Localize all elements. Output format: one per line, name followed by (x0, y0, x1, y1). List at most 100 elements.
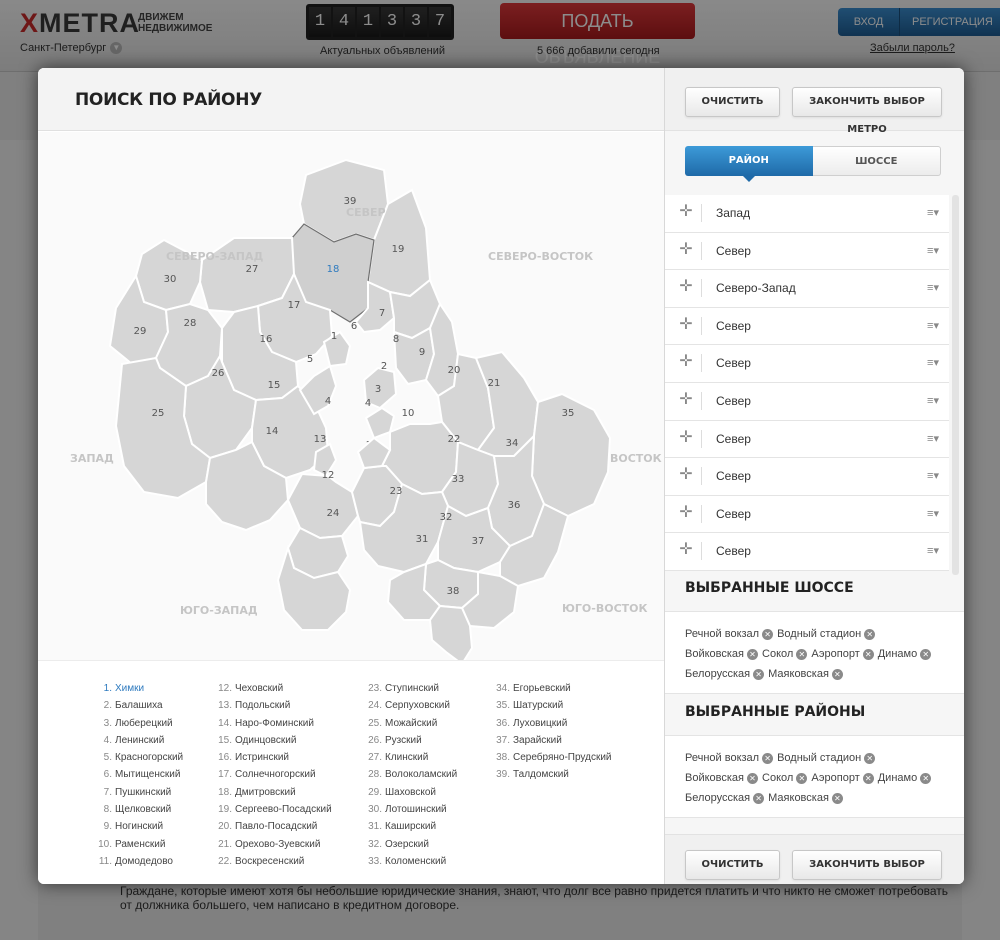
map-region-13[interactable] (286, 472, 360, 540)
remove-tag-icon[interactable]: ✕ (796, 772, 808, 784)
district-item[interactable]: 25. Можайский (360, 718, 457, 735)
drag-handle-icon[interactable]: ✛ (679, 542, 693, 558)
direction-row[interactable]: ✛ Север ≡▾ (665, 495, 949, 534)
list-menu-icon[interactable]: ≡▾ (927, 432, 939, 445)
remove-tag-icon[interactable]: ✕ (762, 752, 774, 764)
district-item[interactable]: 23. Ступинский (360, 683, 457, 700)
list-menu-icon[interactable]: ≡▾ (927, 319, 939, 332)
district-item[interactable]: 1. Химки (90, 683, 183, 700)
district-item[interactable]: 22. Воскресенский (210, 856, 332, 873)
direction-row[interactable]: ✛ Север ≡▾ (665, 533, 949, 571)
remove-tag-icon[interactable]: ✕ (862, 772, 874, 784)
remove-tag-icon[interactable]: ✕ (920, 772, 932, 784)
district-item[interactable]: 15. Одинцовский (210, 735, 332, 752)
district-item[interactable]: 28. Волоколамский (360, 769, 457, 786)
drag-handle-icon[interactable]: ✛ (679, 204, 693, 220)
district-item[interactable]: 29. Шаховской (360, 787, 457, 804)
district-item[interactable]: 14. Наро-Фоминский (210, 718, 332, 735)
remove-tag-icon[interactable]: ✕ (831, 668, 843, 680)
district-item[interactable]: 8. Щелковский (90, 804, 183, 821)
remove-tag-icon[interactable]: ✕ (747, 648, 759, 660)
finish-metro-button[interactable]: ЗАКОНЧИТЬ ВЫБОР МЕТРО (792, 87, 942, 135)
tab-district[interactable]: РАЙОН (685, 146, 813, 182)
district-item[interactable]: 20. Павло-Посадский (210, 821, 332, 838)
remove-tag-icon[interactable]: ✕ (747, 772, 759, 784)
district-item[interactable]: 10. Раменский (90, 839, 183, 856)
district-item[interactable]: 32. Озерский (360, 839, 457, 856)
district-item[interactable]: 5. Красногорский (90, 752, 183, 769)
drag-handle-icon[interactable]: ✛ (679, 316, 693, 332)
drag-handle-icon[interactable]: ✛ (679, 429, 693, 445)
remove-tag-icon[interactable]: ✕ (831, 792, 843, 804)
drag-handle-icon[interactable]: ✛ (679, 504, 693, 520)
drag-handle-icon[interactable]: ✛ (679, 279, 693, 295)
district-item[interactable]: 4. Ленинский (90, 735, 183, 752)
list-menu-icon[interactable]: ≡▾ (927, 356, 939, 369)
list-menu-icon[interactable]: ≡▾ (927, 244, 939, 257)
tag-label: Маяковская (768, 668, 829, 680)
district-item[interactable]: 27. Клинский (360, 752, 457, 769)
list-menu-icon[interactable]: ≡▾ (927, 281, 939, 294)
district-item[interactable]: 36. Луховицкий (488, 718, 612, 735)
map-region-label: 19 (392, 244, 405, 255)
drag-handle-icon[interactable]: ✛ (679, 354, 693, 370)
district-item[interactable]: 11. Домодедово (90, 856, 183, 873)
map-region-label: 30 (164, 274, 177, 285)
finish-metro-button-bottom[interactable]: ЗАКОНЧИТЬ ВЫБОР МЕТРО (792, 850, 942, 880)
drag-handle-icon[interactable]: ✛ (679, 391, 693, 407)
district-item[interactable]: 34. Егорьевский (488, 683, 612, 700)
remove-tag-icon[interactable]: ✕ (920, 648, 932, 660)
direction-list-scrollbar[interactable] (952, 195, 959, 575)
direction-row[interactable]: ✛ Север ≡▾ (665, 458, 949, 496)
district-item[interactable]: 37. Зарайский (488, 735, 612, 752)
direction-row[interactable]: ✛ Северо-Запад ≡▾ (665, 270, 949, 308)
list-menu-icon[interactable]: ≡▾ (927, 394, 939, 407)
drag-handle-icon[interactable]: ✛ (679, 241, 693, 257)
district-item[interactable]: 3. Люберецкий (90, 718, 183, 735)
district-item[interactable]: 16. Истринский (210, 752, 332, 769)
district-item[interactable]: 2. Балашиха (90, 700, 183, 717)
district-item[interactable]: 12. Чеховский (210, 683, 332, 700)
direction-row[interactable]: ✛ Север ≡▾ (665, 307, 949, 346)
list-menu-icon[interactable]: ≡▾ (927, 206, 939, 219)
district-item[interactable]: 35. Шатурский (488, 700, 612, 717)
remove-tag-icon[interactable]: ✕ (864, 628, 876, 640)
tab-highway[interactable]: ШОССЕ (812, 146, 941, 176)
district-item[interactable]: 26. Рузский (360, 735, 457, 752)
remove-tag-icon[interactable]: ✕ (862, 648, 874, 660)
list-menu-icon[interactable]: ≡▾ (927, 507, 939, 520)
district-item[interactable]: 38. Серебряно-Прудский (488, 752, 611, 769)
direction-row[interactable]: ✛ Север ≡▾ (665, 232, 949, 271)
district-item[interactable]: 31. Каширский (360, 821, 457, 838)
direction-row[interactable]: ✛ Запад ≡▾ (665, 195, 949, 233)
district-item[interactable]: 39. Талдомский (488, 769, 612, 786)
district-item[interactable]: 30. Лотошинский (360, 804, 457, 821)
district-item[interactable]: 18. Дмитровский (210, 787, 332, 804)
remove-tag-icon[interactable]: ✕ (753, 792, 765, 804)
selected-districts-title: ВЫБРАННЫЕ РАЙОНЫ (685, 704, 866, 720)
district-item[interactable]: 19. Сергеево-Посадский (210, 804, 332, 821)
list-menu-icon[interactable]: ≡▾ (927, 469, 939, 482)
direction-row[interactable]: ✛ Север ≡▾ (665, 420, 949, 459)
district-item[interactable]: 7. Пушкинский (90, 787, 183, 804)
district-item[interactable]: 33. Коломенский (360, 856, 457, 873)
district-item[interactable]: 6. Мытищенский (90, 769, 183, 786)
drag-handle-icon[interactable]: ✛ (679, 467, 693, 483)
clear-button[interactable]: ОЧИСТИТЬ (685, 87, 780, 117)
map-region-38[interactable] (428, 604, 474, 660)
remove-tag-icon[interactable]: ✕ (796, 648, 808, 660)
remove-tag-icon[interactable]: ✕ (864, 752, 876, 764)
district-item[interactable]: 17. Солнечногорский (210, 769, 332, 786)
district-item[interactable]: 9. Ногинский (90, 821, 183, 838)
highway-tag: Войковская ✕ (685, 648, 759, 660)
remove-tag-icon[interactable]: ✕ (753, 668, 765, 680)
direction-row[interactable]: ✛ Север ≡▾ (665, 382, 949, 421)
clear-button-bottom[interactable]: ОЧИСТИТЬ (685, 850, 780, 880)
remove-tag-icon[interactable]: ✕ (762, 628, 774, 640)
district-item[interactable]: 21. Орехово-Зуевский (210, 839, 332, 856)
direction-row[interactable]: ✛ Север ≡▾ (665, 345, 949, 383)
district-item[interactable]: 24. Серпуховский (360, 700, 457, 717)
district-item[interactable]: 13. Подольский (210, 700, 332, 717)
list-menu-icon[interactable]: ≡▾ (927, 544, 939, 557)
district-name: Серпуховский (385, 700, 450, 712)
